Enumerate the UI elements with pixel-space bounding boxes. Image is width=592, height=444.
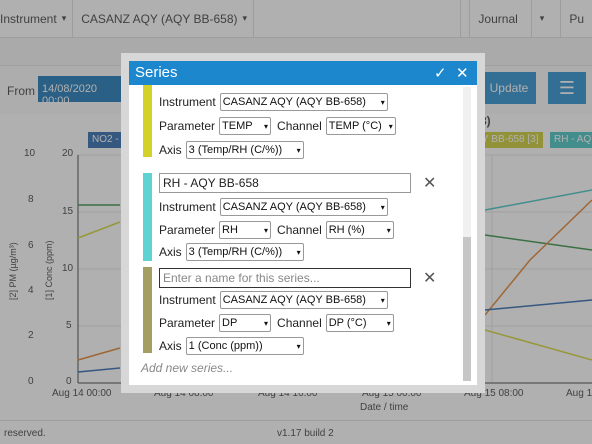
instrument-select[interactable]: CASANZ AQY (AQY BB-658) ▾ (219, 93, 388, 111)
instrument-select-value: CASANZ AQY (AQY BB-658) (222, 96, 366, 108)
channel-select-value: DP (°C) (328, 317, 367, 329)
close-icon[interactable]: ✕ (456, 64, 469, 82)
channel-label: Channel (277, 119, 322, 133)
instrument-label: Instrument (159, 293, 216, 307)
parameter-select[interactable]: TEMP ▾ (219, 117, 272, 135)
chevron-down-icon: ▾ (380, 295, 385, 305)
series-2-parameter-row: Parameter RH ▾ Channel RH (%) ▾ (159, 221, 400, 239)
series-2-axis-row: Axis 3 (Temp/RH (C/%)) ▾ (159, 243, 310, 261)
chevron-down-icon: ▾ (380, 97, 385, 107)
axis-select-value: 3 (Temp/RH (C/%)) (188, 144, 283, 156)
series-2-instrument-row: Instrument CASANZ AQY (AQY BB-658) ▾ (159, 198, 394, 216)
series-1-parameter-row: Parameter TEMP ▾ Channel TEMP (°C) ▾ (159, 117, 402, 135)
series-name-input[interactable]: Enter a name for this series... (159, 268, 411, 288)
channel-select-value: TEMP (°C) (328, 120, 382, 132)
series-1-instrument-row: Instrument CASANZ AQY (AQY BB-658) ▾ (159, 93, 394, 111)
parameter-select-value: RH (222, 224, 238, 236)
remove-series-icon[interactable]: ✕ (423, 268, 436, 288)
instrument-select-value: CASANZ AQY (AQY BB-658) (222, 201, 366, 213)
chevron-down-icon: ▾ (388, 121, 393, 131)
chevron-down-icon: ▾ (296, 145, 301, 155)
instrument-select[interactable]: CASANZ AQY (AQY BB-658) ▾ (219, 291, 388, 309)
channel-select[interactable]: DP (°C) ▾ (325, 314, 394, 332)
series-color-bar (143, 85, 152, 157)
dialog-body[interactable]: Instrument CASANZ AQY (AQY BB-658) ▾ Para… (129, 85, 477, 385)
channel-select[interactable]: RH (%) ▾ (325, 221, 394, 239)
chevron-down-icon: ▾ (264, 318, 269, 328)
parameter-select-value: DP (222, 317, 238, 329)
remove-series-icon[interactable]: ✕ (423, 173, 436, 193)
chevron-down-icon: ▾ (380, 202, 385, 212)
instrument-select[interactable]: CASANZ AQY (AQY BB-658) ▾ (219, 198, 388, 216)
parameter-select-value: TEMP (222, 120, 253, 132)
chevron-down-icon: ▾ (386, 318, 391, 328)
parameter-label: Parameter (159, 119, 216, 133)
chevron-down-icon: ▾ (386, 225, 391, 235)
channel-select-value: RH (%) (328, 224, 365, 236)
axis-label: Axis (159, 245, 182, 259)
axis-select[interactable]: 3 (Temp/RH (C/%)) ▾ (185, 243, 304, 261)
axis-select-value: 1 (Conc (ppm)) (188, 340, 263, 352)
axis-label: Axis (159, 339, 182, 353)
channel-label: Channel (277, 223, 322, 237)
series-color-bar (143, 173, 152, 261)
axis-label: Axis (159, 143, 182, 157)
chevron-down-icon: ▾ (296, 341, 301, 351)
parameter-select[interactable]: DP ▾ (219, 314, 272, 332)
parameter-label: Parameter (159, 223, 216, 237)
channel-select[interactable]: TEMP (°C) ▾ (325, 117, 396, 135)
chevron-down-icon: ▾ (296, 247, 301, 257)
series-1-axis-row: Axis 3 (Temp/RH (C/%)) ▾ (159, 141, 310, 159)
series-dialog: Series ✓ ✕ Instrument CASANZ AQY (AQY BB… (121, 53, 485, 393)
channel-label: Channel (277, 316, 322, 330)
scrollbar-thumb[interactable] (463, 237, 471, 381)
instrument-select-value: CASANZ AQY (AQY BB-658) (222, 294, 366, 306)
add-new-series-link[interactable]: Add new series... (141, 361, 233, 375)
series-3-axis-row: Axis 1 (Conc (ppm)) ▾ (159, 337, 310, 355)
instrument-label: Instrument (159, 95, 216, 109)
axis-select[interactable]: 1 (Conc (ppm)) ▾ (185, 337, 304, 355)
parameter-label: Parameter (159, 316, 216, 330)
check-icon[interactable]: ✓ (434, 64, 447, 82)
series-dialog-panel: Series ✓ ✕ Instrument CASANZ AQY (AQY BB… (129, 61, 477, 385)
parameter-select[interactable]: RH ▾ (219, 221, 272, 239)
chevron-down-icon: ▾ (264, 121, 269, 131)
instrument-label: Instrument (159, 200, 216, 214)
axis-select[interactable]: 3 (Temp/RH (C/%)) ▾ (185, 141, 304, 159)
series-name-input[interactable]: RH - AQY BB-658 (159, 173, 411, 193)
series-color-bar (143, 267, 152, 353)
series-3-instrument-row: Instrument CASANZ AQY (AQY BB-658) ▾ (159, 291, 394, 309)
axis-select-value: 3 (Temp/RH (C/%)) (188, 246, 283, 258)
chevron-down-icon: ▾ (264, 225, 269, 235)
dialog-header: Series ✓ ✕ (129, 61, 477, 85)
dialog-title: Series (135, 64, 178, 81)
series-3-parameter-row: Parameter DP ▾ Channel DP (°C) ▾ (159, 314, 400, 332)
